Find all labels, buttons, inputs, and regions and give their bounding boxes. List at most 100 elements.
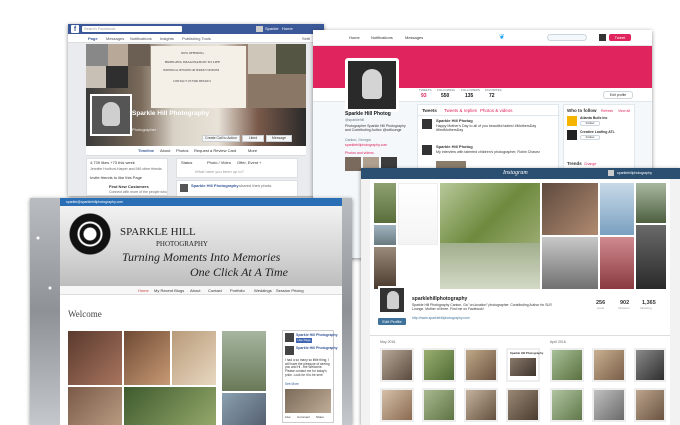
- widget-post-photo[interactable]: [285, 389, 331, 413]
- grid-photo[interactable]: [422, 388, 456, 422]
- collage-photo[interactable]: [542, 183, 598, 235]
- twitter-search-input[interactable]: [547, 34, 587, 41]
- nav-recent-blogs[interactable]: My Recent Blogs: [154, 288, 184, 294]
- tweet-author[interactable]: Sparkle Hill Photog: [436, 144, 473, 150]
- widget-share-link[interactable]: Share: [316, 415, 324, 419]
- collage-photo[interactable]: [636, 183, 666, 223]
- nav-home[interactable]: Home: [349, 35, 360, 41]
- instagram-avatar[interactable]: [378, 286, 406, 314]
- widget-comment-link[interactable]: Comment: [297, 415, 310, 419]
- stat-value[interactable]: 135: [465, 93, 473, 100]
- facebook-user-name[interactable]: Sparkle: [265, 26, 279, 31]
- liked-button[interactable]: Liked: [242, 135, 264, 142]
- message-button[interactable]: Message: [266, 135, 292, 142]
- collage-photo[interactable]: [542, 237, 598, 289]
- nav-weddings[interactable]: Weddings: [254, 288, 272, 294]
- tab-photos-videos[interactable]: Photos & videos: [480, 108, 513, 113]
- tab-insights[interactable]: Insights: [160, 36, 174, 41]
- photo-video-tab[interactable]: Photo / Video: [207, 160, 231, 166]
- tweet-author[interactable]: Sparkle Hill Photog: [436, 118, 473, 124]
- avatar[interactable]: [608, 170, 614, 176]
- nav-messages[interactable]: Messages: [405, 35, 423, 41]
- tab-tweets-replies[interactable]: Tweets & replies: [444, 108, 477, 113]
- gallery-photo[interactable]: [172, 331, 216, 385]
- tweet-button[interactable]: Tweet: [609, 34, 631, 41]
- tab-messages[interactable]: Messages: [106, 36, 124, 41]
- gallery-photo[interactable]: [222, 393, 266, 425]
- edit-profile-button[interactable]: Edit Profile: [378, 318, 406, 325]
- grid-photo[interactable]: [592, 348, 626, 382]
- instagram-logo[interactable]: Instagram: [503, 170, 528, 177]
- facebook-home-link[interactable]: Home: [282, 26, 293, 31]
- grid-photo[interactable]: [634, 348, 666, 382]
- grid-photo[interactable]: [506, 388, 540, 422]
- edit-profile-button[interactable]: Edit profile: [603, 91, 633, 99]
- tab-about[interactable]: About: [160, 148, 170, 154]
- gallery-photo[interactable]: [222, 331, 266, 391]
- nav-home[interactable]: Home: [138, 288, 149, 294]
- grid-photo[interactable]: [380, 388, 414, 422]
- tab-photos[interactable]: Photos: [176, 148, 188, 154]
- nav-about[interactable]: About: [190, 288, 200, 294]
- invite-friends-link[interactable]: Invite friends to like this Page: [90, 175, 142, 181]
- widget-page-name[interactable]: Sparkle Hill Photography: [296, 333, 338, 337]
- change-trends-link[interactable]: Change: [584, 162, 596, 166]
- grid-photo[interactable]: [422, 348, 456, 382]
- status-tab[interactable]: Status: [181, 160, 192, 166]
- grid-photo[interactable]: [464, 348, 498, 382]
- stat-value[interactable]: 93: [421, 93, 427, 100]
- gallery-photo[interactable]: [68, 331, 122, 385]
- tab-more[interactable]: More: [248, 148, 257, 154]
- widget-like-button[interactable]: Like Page: [296, 338, 312, 343]
- widget-see-more-link[interactable]: See More: [285, 382, 299, 387]
- post-author[interactable]: Sparkle Hill Photography: [191, 183, 239, 189]
- grid-photo[interactable]: [380, 348, 414, 382]
- composer-input[interactable]: What have you been up to?: [195, 169, 244, 175]
- create-call-to-action-button[interactable]: Create Call to Action: [202, 135, 240, 142]
- photos-videos-link[interactable]: Photos and videos: [345, 151, 374, 155]
- nav-session-pricing[interactable]: Session Pricing: [276, 288, 304, 294]
- avatar[interactable]: [599, 34, 606, 41]
- avatar[interactable]: [256, 26, 263, 32]
- gallery-photo[interactable]: [124, 387, 216, 425]
- twitter-avatar[interactable]: [345, 58, 399, 112]
- collage-photo[interactable]: [398, 183, 438, 245]
- collage-photo[interactable]: [440, 243, 540, 289]
- nav-notifications[interactable]: Notifications: [371, 35, 393, 41]
- stat-value[interactable]: 72: [489, 93, 495, 100]
- grid-photo[interactable]: [550, 348, 584, 382]
- tab-timeline[interactable]: Timeline: [138, 148, 154, 154]
- suggestion-name[interactable]: Atlanta Bulls Inc: [580, 116, 607, 120]
- grid-photo[interactable]: [550, 388, 584, 422]
- instagram-website-link[interactable]: http://www.sparklehillphotography.com: [412, 316, 470, 321]
- media-thumb[interactable]: [345, 157, 361, 171]
- grid-photo[interactable]: [592, 388, 626, 422]
- website-email[interactable]: sparkle@sparklehillphotography.com: [66, 200, 123, 204]
- collage-photo[interactable]: [440, 183, 540, 243]
- facebook-profile-picture[interactable]: [90, 94, 132, 136]
- tab-page[interactable]: Page: [88, 36, 98, 41]
- tab-notifications[interactable]: Notifications: [130, 36, 152, 41]
- collage-photo[interactable]: [374, 247, 396, 289]
- tab-settings[interactable]: Setti: [302, 36, 310, 41]
- nav-contact[interactable]: Contact: [208, 288, 222, 294]
- stat-value[interactable]: 550: [441, 93, 449, 100]
- twitter-website-link[interactable]: sparklehillphotography.com: [345, 143, 387, 147]
- gallery-photo[interactable]: [124, 331, 170, 385]
- widget-like-link[interactable]: Like: [285, 415, 291, 419]
- grid-photo[interactable]: [464, 388, 498, 422]
- facebook-logo-icon[interactable]: f: [71, 25, 79, 33]
- instagram-user-menu[interactable]: sparklehillphotography: [617, 171, 652, 175]
- collage-photo[interactable]: [374, 225, 396, 245]
- collage-photo[interactable]: [374, 183, 396, 223]
- offer-event-tab[interactable]: Offer, Event +: [237, 160, 262, 166]
- follow-button[interactable]: Follow: [580, 121, 600, 126]
- collage-photo[interactable]: [600, 237, 634, 289]
- collage-photo[interactable]: [600, 183, 634, 235]
- nav-portfolio[interactable]: Portfolio: [230, 288, 245, 294]
- tab-request-review[interactable]: Request a Review Card: [194, 148, 236, 154]
- twitter-handle[interactable]: @sparklehill: [345, 118, 364, 122]
- grid-post-card[interactable]: Sparkle Hill Photography: [506, 348, 543, 382]
- facebook-search-input[interactable]: Search Facebook: [82, 26, 182, 32]
- collage-photo[interactable]: [636, 225, 666, 289]
